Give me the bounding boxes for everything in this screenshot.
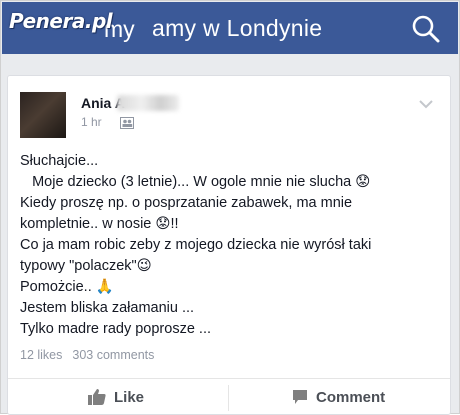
- post-line: Tylko madre rady poprosze ...: [20, 321, 211, 337]
- comment-button[interactable]: Comment: [292, 379, 385, 415]
- thumbs-up-icon: [88, 389, 106, 405]
- like-button[interactable]: Like: [88, 379, 144, 415]
- post-line: Moje dziecko (3 letnie)... W ogole mnie …: [20, 174, 371, 190]
- post-timestamp[interactable]: 1 hr: [81, 115, 102, 129]
- likes-count[interactable]: 12 likes: [20, 348, 62, 362]
- action-divider: [228, 385, 229, 411]
- name-blur: [117, 95, 179, 111]
- post-line: Pomożcie.. 🙏: [20, 279, 114, 295]
- action-bar: Like Comment: [8, 378, 450, 415]
- avatar[interactable]: [20, 92, 66, 138]
- screenshot-frame: my amy w Londynie Penera.pl Ania A 1 hr: [0, 0, 460, 415]
- post-line: Jestem bliska załamaniu ...: [20, 300, 195, 316]
- comment-icon: [293, 390, 307, 404]
- post-stats: 12 likes 303 comments: [20, 348, 154, 362]
- friends-icon: [120, 116, 134, 134]
- watermark-logo: Penera.pl: [9, 9, 113, 33]
- chevron-down-icon[interactable]: [418, 96, 434, 114]
- post-line: typowy "polaczek"😉: [20, 258, 152, 274]
- comments-count[interactable]: 303 comments: [72, 348, 154, 362]
- post-card: Ania A 1 hr Słuchajcie... Moje dziecko (…: [7, 75, 451, 415]
- post-line: Co ja mam robic zeby z mojego dziecka ni…: [20, 237, 372, 253]
- post-body: Słuchajcie... Moje dziecko (3 letnie)...…: [20, 151, 440, 340]
- post-line: kompletnie.. w nosie 😟!!: [20, 216, 179, 232]
- post-line: Słuchajcie...: [20, 153, 99, 169]
- comment-label: Comment: [316, 388, 386, 406]
- page-title: amy w Londynie: [152, 15, 323, 41]
- like-label: Like: [114, 388, 145, 406]
- search-icon[interactable]: [410, 13, 442, 45]
- post-line: Kiedy proszę np. o posprzatanie zabawek,…: [20, 195, 353, 211]
